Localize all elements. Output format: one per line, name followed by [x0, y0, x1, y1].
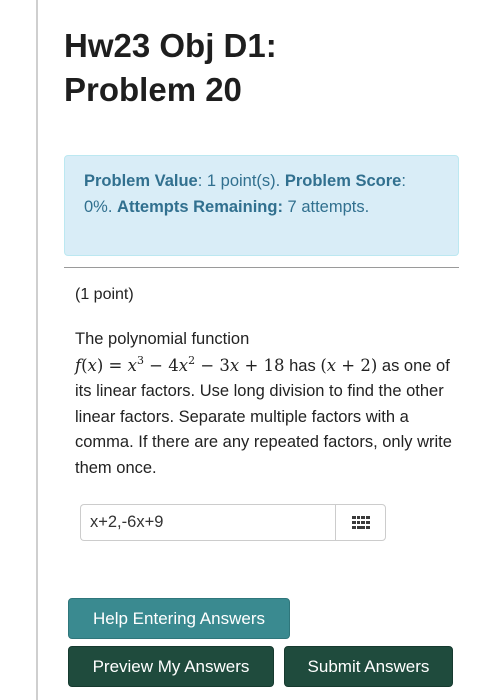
attempts-remaining-label: Attempts Remaining:	[117, 198, 283, 216]
page-title-line2: Problem 20	[64, 71, 242, 108]
problem-score-label: Problem Score	[284, 172, 402, 190]
problem-info-box: Problem Value: 1 point(s). Problem Score…	[64, 155, 459, 256]
submit-answers-button[interactable]: Submit Answers	[284, 646, 453, 687]
page-title: Hw23 Obj D1: Problem 20	[64, 24, 464, 112]
answer-input[interactable]	[80, 504, 336, 541]
problem-intro: The polynomial function	[75, 330, 250, 348]
polynomial-function: f(x) = x3 − 4x2 − 3x + 18	[75, 353, 285, 375]
equation-palette-button[interactable]	[335, 504, 386, 541]
page-left-border	[36, 0, 38, 700]
problem-statement: The polynomial function f(x) = x3 − 4x2 −…	[75, 327, 453, 481]
attempts-remaining-value: 7 attempts.	[282, 198, 370, 216]
problem-value: : 1 point(s).	[197, 172, 285, 190]
problem-text-has: has	[284, 356, 321, 375]
preview-answers-button[interactable]: Preview My Answers	[68, 646, 274, 687]
help-entering-answers-button[interactable]: Help Entering Answers	[68, 598, 290, 639]
grid-keypad-icon	[351, 515, 370, 529]
problem-value-label: Problem Value	[84, 172, 198, 190]
problem-points: (1 point)	[75, 286, 134, 303]
page-title-line1: Hw23 Obj D1:	[64, 27, 277, 64]
linear-factor: (x + 2)	[320, 355, 378, 375]
